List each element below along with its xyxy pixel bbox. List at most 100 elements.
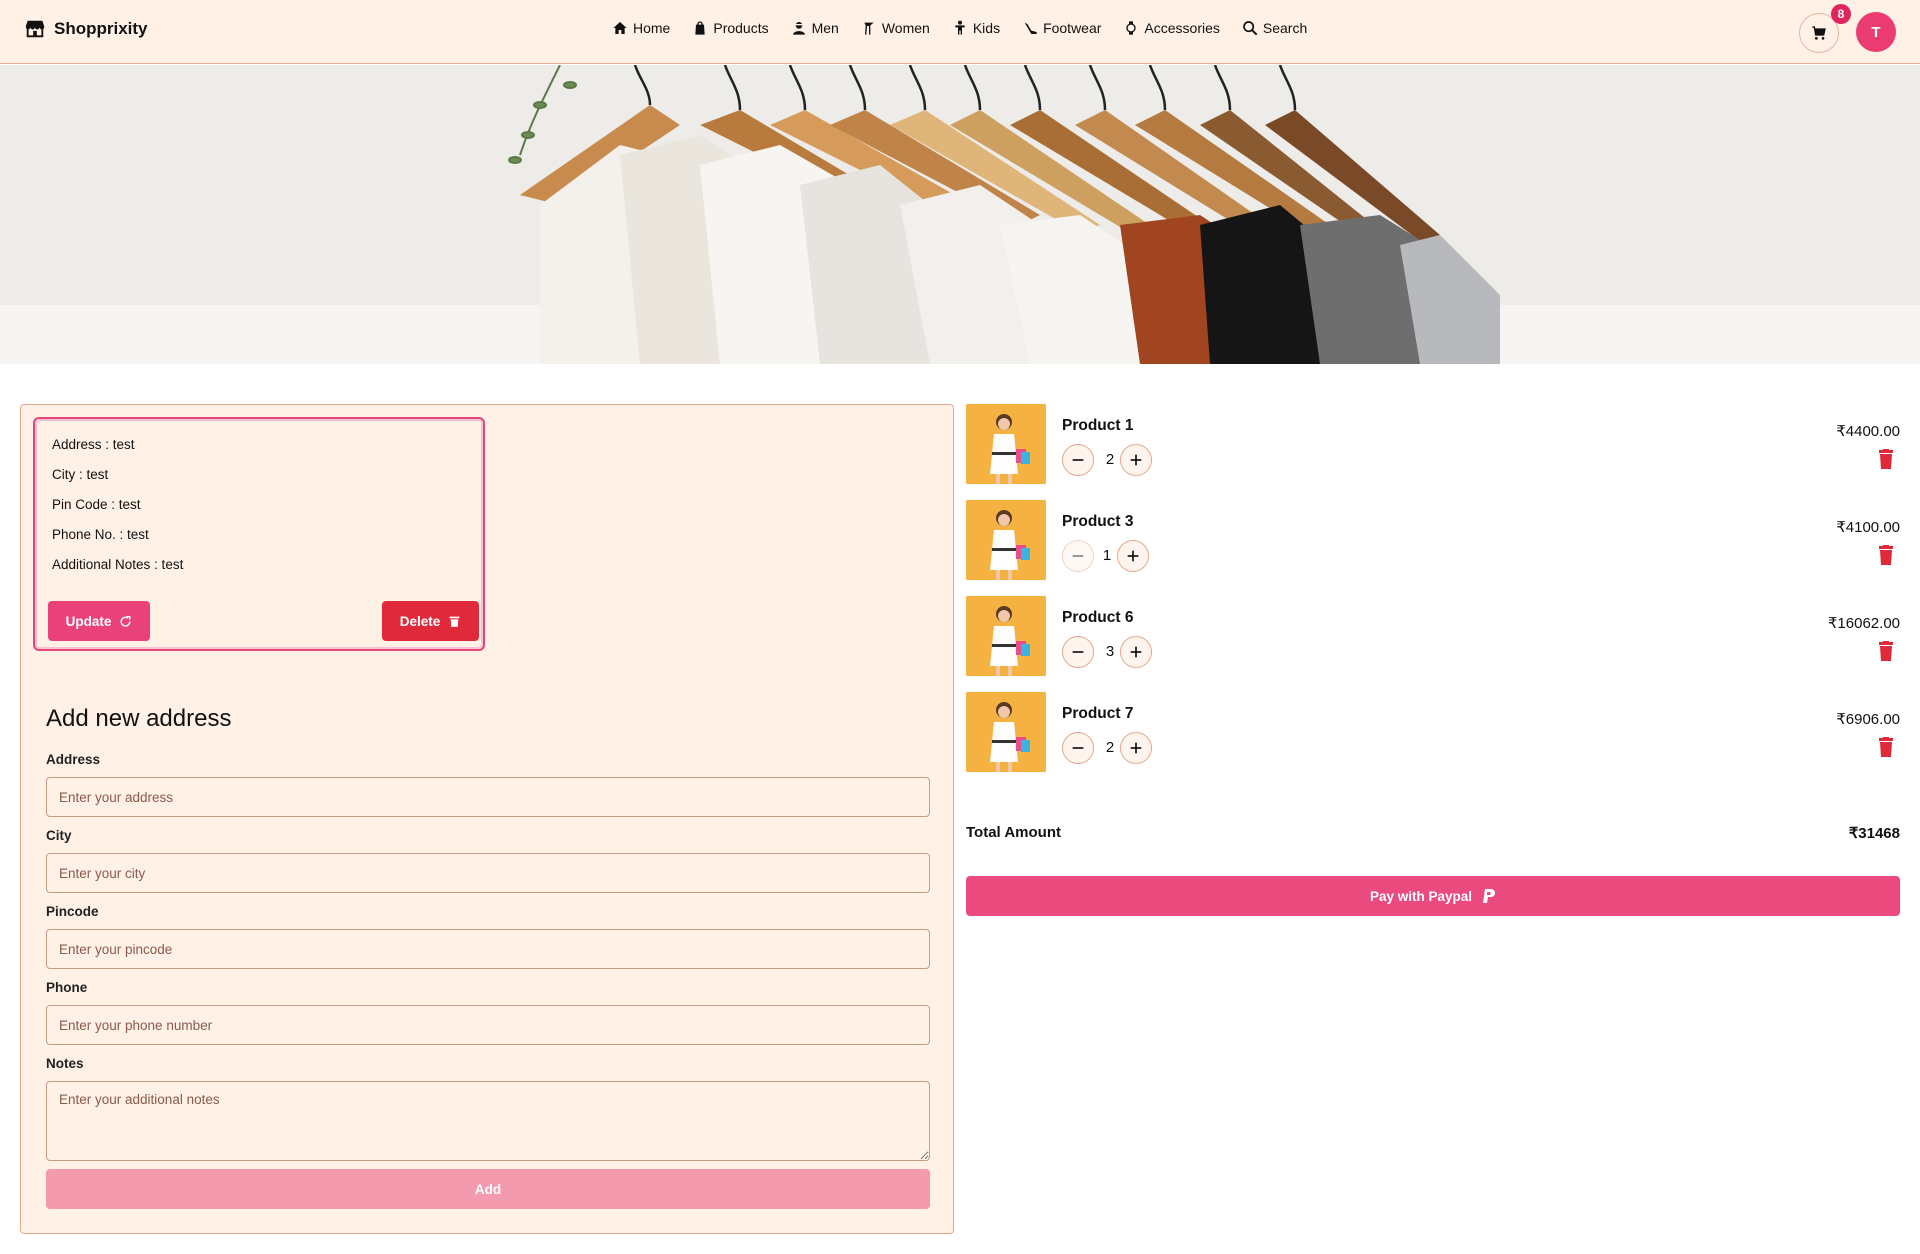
increase-quantity-button[interactable] bbox=[1120, 636, 1152, 668]
nav-men[interactable]: Men bbox=[791, 20, 839, 36]
notes-line: Additional Notes : test bbox=[52, 557, 184, 572]
increase-quantity-button[interactable] bbox=[1120, 732, 1152, 764]
product-price: ₹6906.00 bbox=[1836, 711, 1900, 728]
plus-icon bbox=[1127, 550, 1139, 562]
nav-products-label: Products bbox=[713, 20, 769, 36]
nav-women[interactable]: Women bbox=[861, 20, 930, 36]
watch-icon bbox=[1126, 21, 1137, 35]
nav-home-label: Home bbox=[633, 20, 671, 36]
product-name: Product 3 bbox=[1062, 513, 1134, 530]
city-line: City : test bbox=[52, 467, 109, 482]
home-icon bbox=[613, 22, 627, 34]
city-label: City bbox=[46, 828, 72, 843]
remove-item-trash-icon[interactable] bbox=[1878, 737, 1894, 757]
total-amount-value: ₹31468 bbox=[1848, 825, 1900, 842]
product-name: Product 7 bbox=[1062, 705, 1134, 722]
phone-line: Phone No. : test bbox=[52, 527, 149, 542]
product-image[interactable] bbox=[966, 596, 1046, 676]
nav-women-label: Women bbox=[881, 20, 930, 36]
increase-quantity-button[interactable] bbox=[1120, 444, 1152, 476]
store-icon bbox=[25, 20, 45, 38]
update-address-button[interactable]: Update bbox=[48, 601, 150, 641]
nav-men-label: Men bbox=[811, 20, 839, 36]
search-icon bbox=[1243, 21, 1258, 36]
add-address-title: Add new address bbox=[46, 705, 232, 732]
product-image[interactable] bbox=[966, 404, 1046, 484]
brand-name: Shopprixity bbox=[54, 19, 148, 38]
product-image[interactable] bbox=[966, 692, 1046, 772]
notes-textarea[interactable] bbox=[46, 1081, 930, 1161]
cart-icon bbox=[1812, 26, 1826, 40]
child-icon bbox=[955, 20, 965, 35]
nav-home[interactable]: Home bbox=[612, 20, 670, 36]
remove-item-trash-icon[interactable] bbox=[1878, 641, 1894, 661]
user-avatar[interactable]: T bbox=[1856, 12, 1896, 52]
minus-icon bbox=[1072, 555, 1084, 557]
delete-address-button[interactable]: Delete bbox=[382, 601, 479, 641]
update-label: Update bbox=[65, 613, 112, 629]
remove-item-trash-icon[interactable] bbox=[1878, 449, 1894, 469]
pincode-input[interactable] bbox=[46, 929, 930, 969]
nav-footwear-label: Footwear bbox=[1043, 20, 1102, 36]
product-price: ₹4400.00 bbox=[1836, 423, 1900, 440]
cart-item: Product 3 1 ₹4100.00 bbox=[966, 500, 1900, 580]
brand-logo[interactable]: Shopprixity bbox=[24, 18, 148, 40]
nav-search[interactable]: Search bbox=[1242, 20, 1307, 36]
plus-icon bbox=[1130, 646, 1142, 658]
plus-icon bbox=[1130, 742, 1142, 754]
pincode-label: Pincode bbox=[46, 904, 99, 919]
cart-item: Product 7 2 ₹6906.00 bbox=[966, 692, 1900, 772]
decrease-quantity-button[interactable] bbox=[1062, 636, 1094, 668]
top-navbar: Shopprixity Home Products Men Women Kids… bbox=[0, 0, 1920, 64]
shopping-bag-icon bbox=[695, 21, 706, 35]
hero-banner-image bbox=[0, 65, 1920, 364]
delete-label: Delete bbox=[399, 613, 441, 629]
nav-kids-label: Kids bbox=[972, 20, 1001, 36]
decrease-quantity-button[interactable] bbox=[1062, 444, 1094, 476]
minus-icon bbox=[1072, 747, 1084, 749]
quantity-value: 1 bbox=[1102, 547, 1112, 564]
quantity-value: 2 bbox=[1105, 739, 1115, 756]
nav-kids[interactable]: Kids bbox=[952, 20, 1000, 36]
address-label: Address bbox=[46, 752, 101, 767]
product-name: Product 1 bbox=[1062, 417, 1134, 434]
pay-with-paypal-button[interactable]: Pay with Paypal bbox=[966, 876, 1900, 916]
address-panel: Address : test City : test Pin Code : te… bbox=[20, 404, 954, 1234]
plus-icon bbox=[1130, 454, 1142, 466]
trash-icon bbox=[449, 616, 460, 627]
product-price: ₹16062.00 bbox=[1827, 615, 1900, 632]
nav-accessories[interactable]: Accessories bbox=[1123, 20, 1220, 36]
quantity-value: 3 bbox=[1105, 643, 1115, 660]
phone-label: Phone bbox=[46, 980, 88, 995]
pincode-line: Pin Code : test bbox=[52, 497, 141, 512]
quantity-value: 2 bbox=[1105, 451, 1115, 468]
address-input[interactable] bbox=[46, 777, 930, 817]
notes-label: Notes bbox=[46, 1056, 84, 1071]
nav-footwear[interactable]: Footwear bbox=[1022, 20, 1101, 36]
phone-input[interactable] bbox=[46, 1005, 930, 1045]
product-price: ₹4100.00 bbox=[1836, 519, 1900, 536]
decrease-quantity-button[interactable] bbox=[1062, 540, 1094, 572]
cart-item: Product 6 3 ₹16062.00 bbox=[966, 596, 1900, 676]
city-input[interactable] bbox=[46, 853, 930, 893]
product-image[interactable] bbox=[966, 500, 1046, 580]
minus-icon bbox=[1072, 651, 1084, 653]
cart-item: Product 1 2 ₹4400.00 bbox=[966, 404, 1900, 484]
man-icon bbox=[792, 22, 805, 35]
nav-products[interactable]: Products bbox=[692, 20, 769, 36]
increase-quantity-button[interactable] bbox=[1117, 540, 1149, 572]
cart-count-badge: 8 bbox=[1831, 4, 1851, 24]
nav-accessories-label: Accessories bbox=[1144, 20, 1220, 36]
product-name: Product 6 bbox=[1062, 609, 1134, 626]
main-nav: Home Products Men Women Kids Footwear Ac… bbox=[612, 20, 1307, 36]
decrease-quantity-button[interactable] bbox=[1062, 732, 1094, 764]
saved-address-card[interactable]: Address : test City : test Pin Code : te… bbox=[33, 417, 485, 651]
remove-item-trash-icon[interactable] bbox=[1878, 545, 1894, 565]
shoe-icon bbox=[1024, 22, 1037, 34]
address-line: Address : test bbox=[52, 437, 135, 452]
minus-icon bbox=[1072, 459, 1084, 461]
add-address-button[interactable]: Add bbox=[46, 1169, 930, 1209]
pay-label: Pay with Paypal bbox=[1369, 888, 1473, 904]
refresh-icon bbox=[120, 615, 131, 627]
paypal-icon bbox=[1483, 889, 1496, 903]
